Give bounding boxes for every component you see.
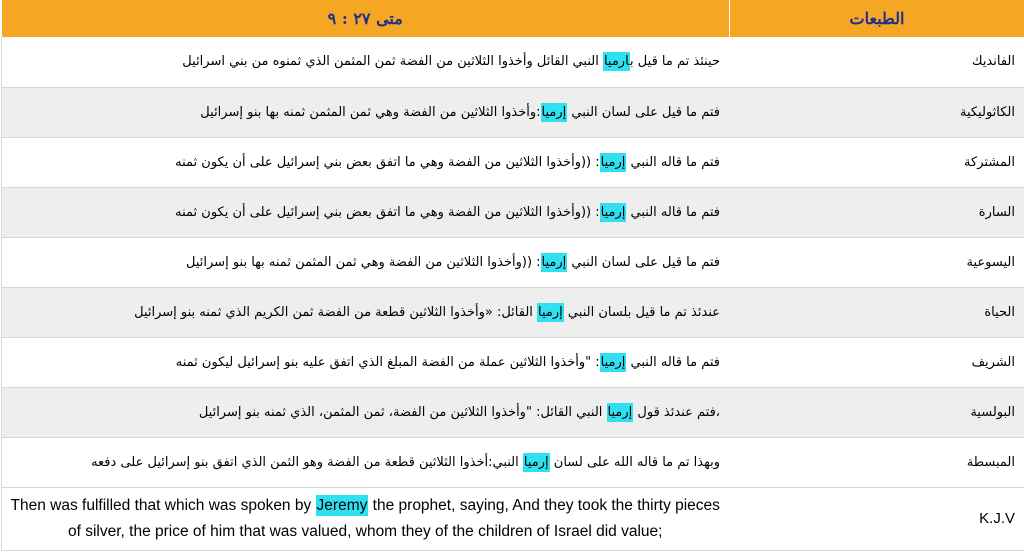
edition-name: K.J.V xyxy=(729,487,1024,551)
verse-text: عندئذ تم ما قيل بلسان النبي إرميا القائل… xyxy=(0,287,729,338)
edition-name: البولسية xyxy=(729,387,1024,438)
edition-name: الفانديك xyxy=(729,37,1024,88)
highlighted-name: إرميا xyxy=(606,402,634,422)
verse-text: فتم ما قاله النبي إرميا: ((وأخذوا الثلاث… xyxy=(0,137,729,188)
table-row-joint: المشتركة فتم ما قاله النبي إرميا: ((وأخذ… xyxy=(0,137,1024,188)
verse-text: Then was fulfilled that which was spoken… xyxy=(0,487,729,551)
verse-text: ،فتم عندئذ قول إرميا النبي القائل: "وأخذ… xyxy=(0,387,729,438)
edition-name: السارة xyxy=(729,187,1024,238)
table-row-pauline: البولسية ،فتم عندئذ قول إرميا النبي القا… xyxy=(0,387,1024,438)
verse-text: فتم ما قيل على لسان النبي إرميا: ((وأخذو… xyxy=(0,237,729,288)
highlighted-name: إرميا xyxy=(522,452,550,472)
verse-text: فتم ما قيل على لسان النبي إرميا:وأخذوا ا… xyxy=(0,87,729,138)
table-row-catholic: الكاثوليكية فتم ما قيل على لسان النبي إر… xyxy=(0,87,1024,138)
edition-name: الكاثوليكية xyxy=(729,87,1024,138)
reference-column-header: متى ٢٧ : ٩ xyxy=(0,0,730,37)
highlighted-name: إرميا xyxy=(540,102,568,122)
editions-column-header: الطبعات xyxy=(728,0,1024,37)
highlighted-name: إرميا xyxy=(599,352,627,372)
editions-comparison-table: الطبعات متى ٢٧ : ٩ الفانديك حينئذ تم ما … xyxy=(0,0,1024,551)
highlighted-name: Jeremy xyxy=(315,494,369,516)
table-row-sharif: الشريف فتم ما قاله النبي إرميا: "وأخذوا … xyxy=(0,337,1024,388)
table-row-good-news: السارة فتم ما قاله النبي إرميا: ((وأخذوا… xyxy=(0,187,1024,238)
table-row-vandyke: الفانديك حينئذ تم ما قيل بارميا النبي ال… xyxy=(0,37,1024,88)
table-row-life: الحياة عندئذ تم ما قيل بلسان النبي إرميا… xyxy=(0,287,1024,338)
table-row-kjv: K.J.V Then was fulfilled that which was … xyxy=(0,487,1024,551)
highlighted-name: إرميا xyxy=(537,302,564,322)
verse-text: فتم ما قاله النبي إرميا: ((وأخذوا الثلاث… xyxy=(0,187,729,238)
highlighted-name: إرميا xyxy=(599,202,627,222)
highlighted-name: ارميا xyxy=(602,52,631,72)
header-row: الطبعات متى ٢٧ : ٩ xyxy=(0,0,1024,37)
edition-name: المشتركة xyxy=(729,137,1024,188)
edition-name: المبسطة xyxy=(729,437,1024,488)
verse-text: حينئذ تم ما قيل بارميا النبي القائل وأخذ… xyxy=(0,37,729,88)
verse-text: فتم ما قاله النبي إرميا: "وأخذوا الثلاثي… xyxy=(0,337,729,388)
table-row-simplified: المبسطة وبهذا تم ما قاله الله على لسان إ… xyxy=(0,437,1024,488)
edition-name: اليسوعية xyxy=(729,237,1024,288)
edition-name: الحياة xyxy=(729,287,1024,338)
verse-text: وبهذا تم ما قاله الله على لسان إرميا الن… xyxy=(0,437,729,488)
table-row-jesuit: اليسوعية فتم ما قيل على لسان النبي إرميا… xyxy=(0,237,1024,288)
edition-name: الشريف xyxy=(729,337,1024,388)
highlighted-name: إرميا xyxy=(540,252,568,272)
highlighted-name: إرميا xyxy=(599,152,627,172)
